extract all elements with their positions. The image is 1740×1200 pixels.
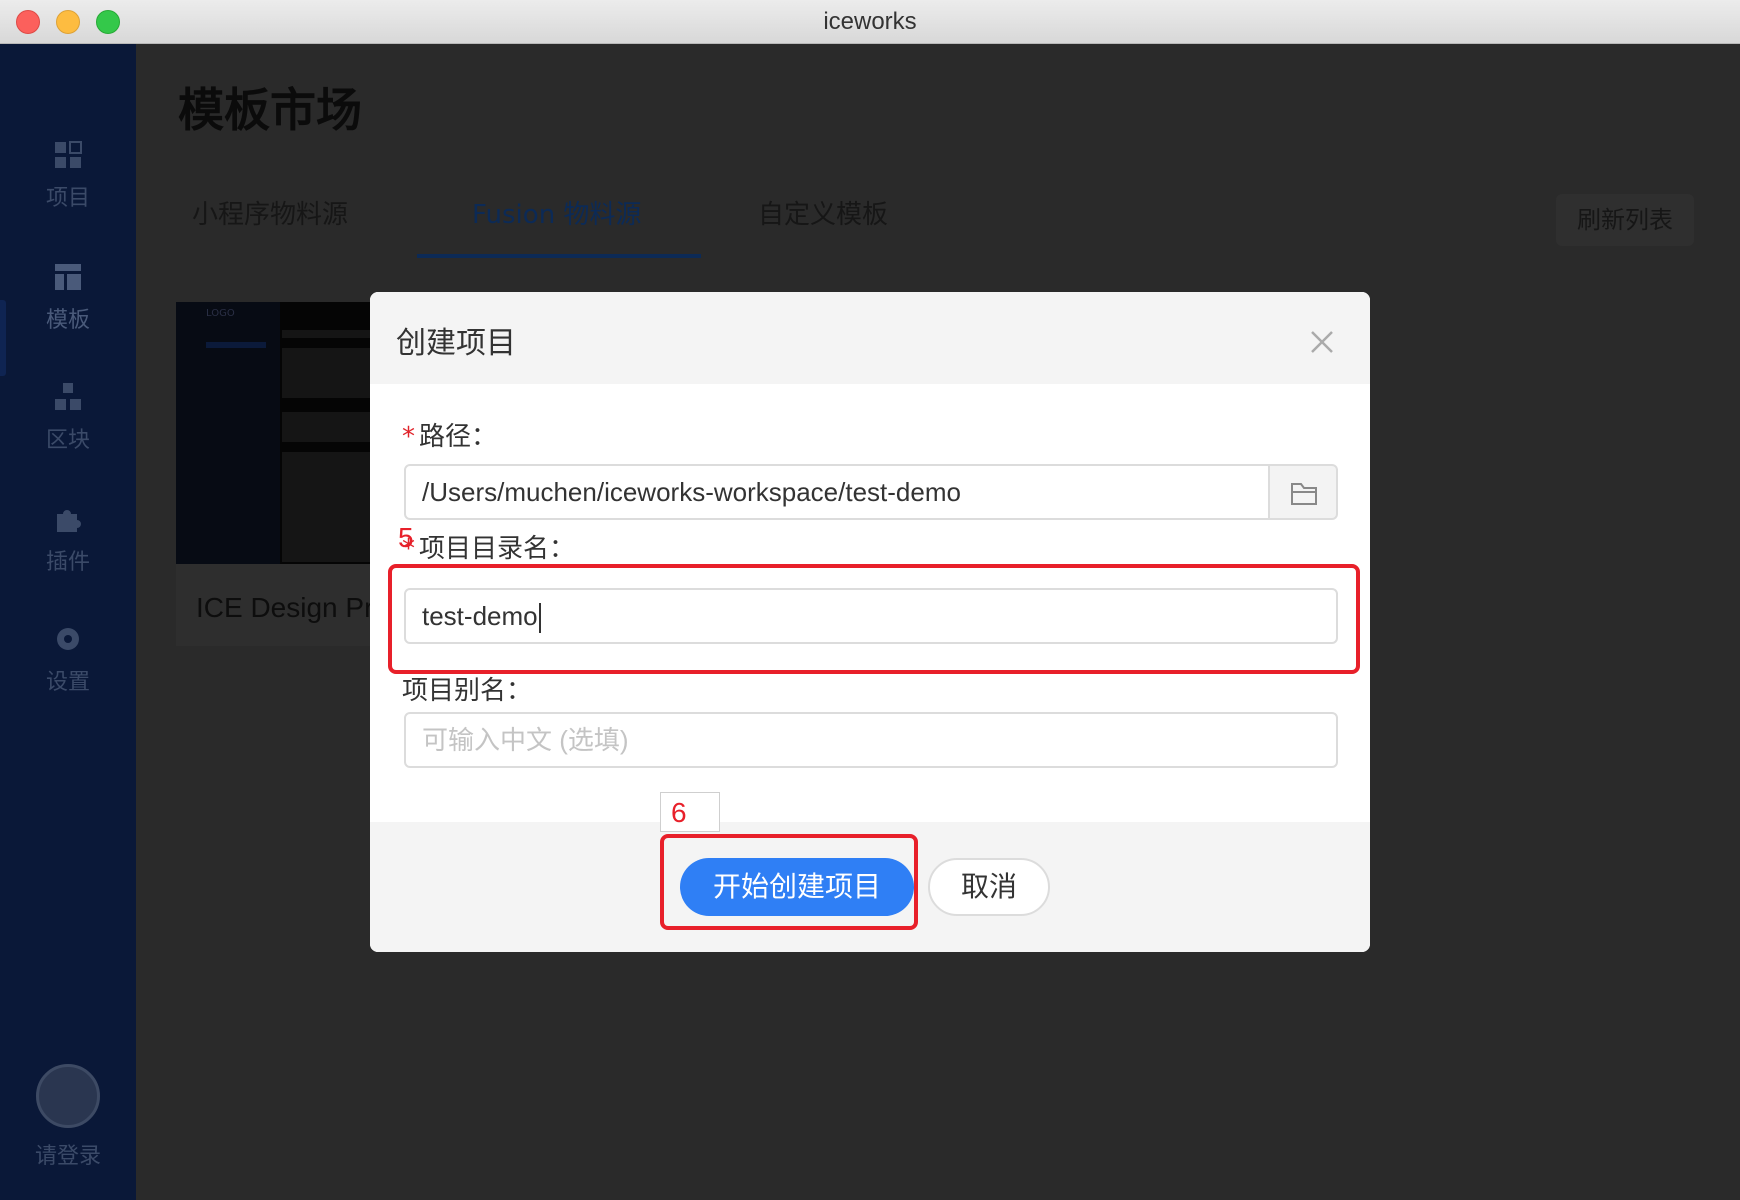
login-link[interactable]: 请登录 <box>0 1138 136 1170</box>
active-tab-indicator <box>417 254 701 258</box>
sidebar-item-plugins[interactable]: 插件 <box>0 504 136 604</box>
tab-custom-template[interactable]: 自定义模板 <box>758 194 888 231</box>
sidebar-item-label: 设置 <box>45 670 90 695</box>
dirname-label: * 项目目录名： <box>402 528 575 565</box>
annotation-step-5: 5 <box>398 522 414 553</box>
tab-miniprogram[interactable]: 小程序物料源 <box>192 194 348 231</box>
thumbnail-sidebar: LOGO <box>176 302 280 564</box>
sidebar: 项目 模板 区块 插件 设置 请登录 <box>0 44 136 1200</box>
thumbnail-logo: LOGO <box>206 308 235 319</box>
cancel-button[interactable]: 取消 <box>928 858 1050 916</box>
sidebar-item-settings[interactable]: 设置 <box>0 624 136 724</box>
tab-fusion[interactable]: Fusion 物料源 <box>472 194 641 231</box>
sidebar-item-label: 插件 <box>45 550 90 575</box>
path-input[interactable]: /Users/muchen/iceworks-workspace/test-de… <box>404 464 1270 520</box>
refresh-list-button[interactable]: 刷新列表 <box>1556 194 1694 246</box>
dirname-label-text: 项目目录名： <box>419 534 576 564</box>
dialog-header: 创建项目 <box>370 292 1370 384</box>
annotation-box-submit <box>660 834 918 930</box>
sidebar-item-templates[interactable]: 模板 <box>0 262 136 362</box>
window-title: iceworks <box>823 8 917 35</box>
window-titlebar: iceworks <box>0 0 1740 44</box>
alias-label: 项目别名： <box>402 676 533 706</box>
sidebar-item-label: 项目 <box>45 186 90 211</box>
sidebar-item-label: 模板 <box>45 308 90 333</box>
close-icon[interactable] <box>1302 322 1342 362</box>
sidebar-item-projects[interactable]: 项目 <box>0 140 136 240</box>
required-asterisk: * <box>402 422 415 452</box>
grid-icon <box>55 141 82 168</box>
gear-icon <box>57 628 79 650</box>
browse-folder-button[interactable] <box>1270 464 1338 520</box>
path-label-text: 路径： <box>419 422 498 452</box>
page-title: 模板市场 <box>178 83 362 137</box>
avatar[interactable] <box>36 1064 100 1128</box>
layout-icon <box>55 264 81 290</box>
annotation-step-6: 6 <box>660 792 720 832</box>
path-label: * 路径： <box>402 416 497 453</box>
sidebar-item-label: 区块 <box>45 428 90 453</box>
dialog-title: 创建项目 <box>396 326 516 361</box>
alias-placeholder: 可输入中文 (选填) <box>422 725 629 755</box>
alias-input[interactable]: 可输入中文 (选填) <box>404 712 1338 768</box>
puzzle-icon <box>57 510 81 532</box>
annotation-box-dirname <box>388 564 1360 674</box>
folder-icon <box>1291 483 1317 505</box>
blocks-icon <box>55 383 81 410</box>
sidebar-item-blocks[interactable]: 区块 <box>0 382 136 482</box>
template-name: ICE Design Pro <box>196 592 389 623</box>
thumbnail-nav-active <box>206 342 266 348</box>
